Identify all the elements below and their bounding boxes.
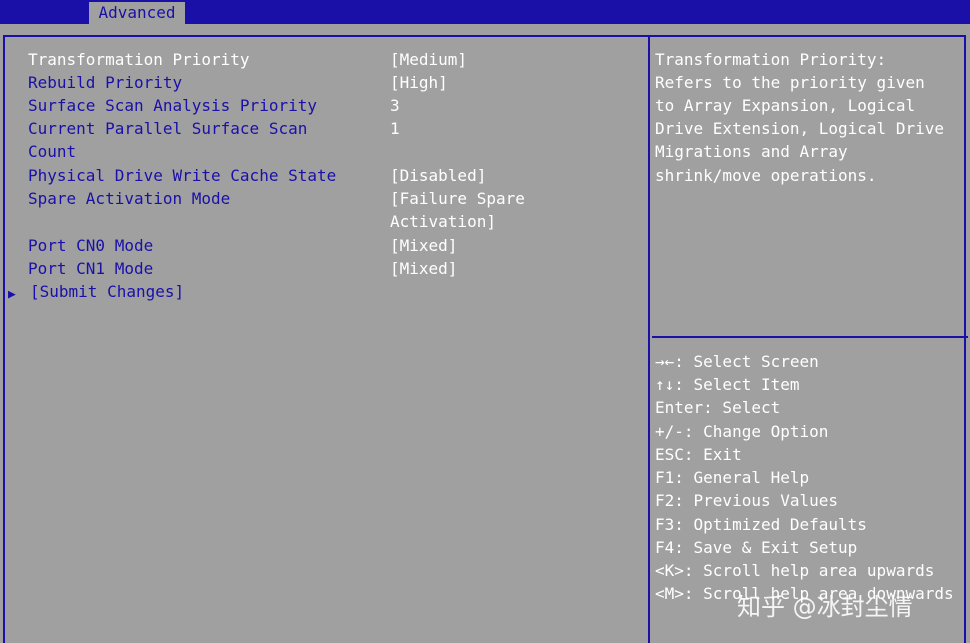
submenu-arrow-icon: ▶ [8, 287, 16, 302]
setting-spare-activation-label[interactable]: Spare Activation Mode [28, 187, 230, 210]
key-legend-change-option: +/-: Change Option [655, 422, 829, 441]
setting-surface-scan-priority-value[interactable]: 3 [390, 94, 400, 117]
help-line: Transformation Priority: [655, 50, 887, 69]
setting-port-cn0-label[interactable]: Port CN0 Mode [28, 234, 153, 257]
help-line: to Array Expansion, Logical [655, 96, 916, 115]
setting-write-cache-label[interactable]: Physical Drive Write Cache State [28, 164, 336, 187]
top-menu-bar: Advanced [0, 0, 970, 24]
help-divider [652, 336, 968, 338]
setting-port-cn1-label[interactable]: Port CN1 Mode [28, 257, 153, 280]
setting-rebuild-priority-value[interactable]: [High] [390, 71, 448, 94]
setting-port-cn0-value[interactable]: [Mixed] [390, 234, 457, 257]
key-legend-exit: ESC: Exit [655, 445, 742, 464]
key-legend-optimized-defaults: F3: Optimized Defaults [655, 515, 867, 534]
setting-spare-activation-value-2[interactable]: Activation] [390, 210, 496, 233]
setting-transformation-priority-value[interactable]: [Medium] [390, 48, 467, 71]
key-legend-previous-values: F2: Previous Values [655, 491, 839, 510]
panel-divider [648, 35, 650, 643]
help-line: Refers to the priority given [655, 73, 925, 92]
setting-parallel-surface-scan-value[interactable]: 1 [390, 117, 400, 140]
watermark: 知乎 @冰封尘情 [737, 593, 913, 621]
key-legend-select-item: ↑↓: Select Item [655, 375, 800, 394]
setting-write-cache-value[interactable]: [Disabled] [390, 164, 486, 187]
setting-transformation-priority-label[interactable]: Transformation Priority [28, 48, 250, 71]
submit-changes-button[interactable]: [Submit Changes] [30, 280, 184, 303]
key-legend-save-exit: F4: Save & Exit Setup [655, 538, 858, 557]
up-down-arrows-icon: ↑↓ [655, 375, 675, 394]
setting-surface-scan-priority-label[interactable]: Surface Scan Analysis Priority [28, 94, 317, 117]
setting-spare-activation-value[interactable]: [Failure Spare [390, 187, 525, 210]
key-legend-general-help: F1: General Help [655, 468, 810, 487]
help-line: Drive Extension, Logical Drive [655, 119, 944, 138]
help-line: shrink/move operations. [655, 166, 877, 185]
key-legend-enter: Enter: Select [655, 398, 781, 417]
setting-parallel-surface-scan-label[interactable]: Current Parallel Surface Scan [28, 117, 307, 140]
setting-port-cn1-value[interactable]: [Mixed] [390, 257, 457, 280]
left-right-arrows-icon: →← [655, 352, 675, 371]
tab-advanced[interactable]: Advanced [89, 2, 185, 24]
setting-rebuild-priority-label[interactable]: Rebuild Priority [28, 71, 182, 94]
key-legend-select-screen: →←: Select Screen [655, 352, 819, 371]
key-legend-scroll-up: <K>: Scroll help area upwards [655, 561, 935, 580]
help-line: Migrations and Array [655, 142, 848, 161]
setting-parallel-surface-scan-label-2[interactable]: Count [28, 140, 76, 163]
